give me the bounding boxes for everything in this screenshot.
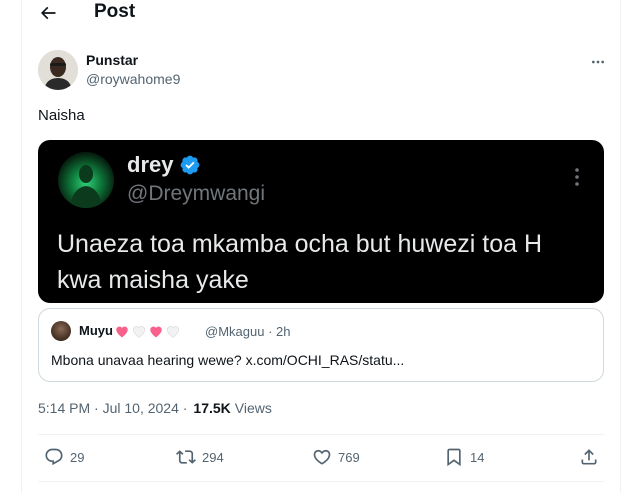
author-handle[interactable]: @roywahome9 xyxy=(86,71,180,87)
media-post-text: Unaeza toa mkamba ocha but huwezi toa H … xyxy=(57,230,542,294)
bookmark-button[interactable]: 14 xyxy=(444,447,484,467)
media-avatar xyxy=(58,152,114,208)
media-avatar-figure xyxy=(70,165,102,208)
quote-display-name: Muyu xyxy=(79,323,113,338)
quote-meta: @Mkaguu · 2h xyxy=(205,324,291,339)
avatar-image xyxy=(38,50,78,90)
bookmark-count: 14 xyxy=(470,449,485,465)
quote-time: 2h xyxy=(276,324,291,339)
author-display-name[interactable]: Punstar xyxy=(86,52,138,68)
page-title: Post xyxy=(94,1,136,22)
like-button[interactable]: 769 xyxy=(312,447,360,467)
heart-outline-icon xyxy=(313,449,331,465)
reply-button[interactable]: 29 xyxy=(44,447,84,467)
more-options-button[interactable] xyxy=(586,52,610,72)
post-meta: 5:14 PM · Jul 10, 2024 · 17.5K Views xyxy=(38,400,272,416)
reply-count: 29 xyxy=(70,449,85,465)
white-heart-icon xyxy=(166,325,179,338)
bookmark-icon xyxy=(447,448,461,467)
post-author: Punstar @roywahome9 xyxy=(38,48,610,92)
more-horizontal-icon xyxy=(592,60,604,64)
like-count: 769 xyxy=(338,449,360,465)
media-more-icon xyxy=(575,168,579,186)
views-label: Views xyxy=(234,400,272,416)
page-header: Post xyxy=(0,0,628,30)
action-bar: 29 294 769 14 xyxy=(38,443,604,475)
reply-icon xyxy=(45,448,63,466)
post-image[interactable]: drey @Dreymwangi Unaeza toa mkamba ocha … xyxy=(38,140,604,303)
quote-avatar xyxy=(51,321,71,341)
pink-heart-icon xyxy=(150,326,162,337)
media-handle: @Dreymwangi xyxy=(127,182,266,205)
divider xyxy=(38,434,604,435)
repost-count: 294 xyxy=(202,449,224,465)
quote-separator: · xyxy=(268,324,273,339)
quoted-post[interactable]: Muyu @Mkaguu · 2h Mbona unavaa hearing w… xyxy=(38,308,604,382)
repost-icon xyxy=(176,450,196,464)
back-button[interactable] xyxy=(34,0,62,26)
share-icon xyxy=(581,449,597,465)
verified-badge-icon xyxy=(181,155,200,175)
white-heart-icon xyxy=(132,325,145,338)
media-author-name: drey xyxy=(127,152,201,178)
share-button[interactable] xyxy=(579,447,599,467)
post-text: Naisha xyxy=(38,107,85,124)
repost-button[interactable]: 294 xyxy=(176,447,224,467)
avatar[interactable] xyxy=(38,50,78,90)
quote-text: Mbona unavaa hearing wewe? x.com/OCHI_RA… xyxy=(51,352,405,368)
quote-author-name: Muyu xyxy=(79,323,181,338)
quote-handle: @Mkaguu xyxy=(205,324,265,339)
arrow-left-icon xyxy=(40,6,56,20)
media-display-name: drey xyxy=(127,152,174,177)
views-count: 17.5K xyxy=(193,400,231,416)
pink-heart-icon xyxy=(116,326,128,337)
post-timestamp[interactable]: 5:14 PM · Jul 10, 2024 · xyxy=(38,400,187,416)
divider xyxy=(38,481,604,482)
